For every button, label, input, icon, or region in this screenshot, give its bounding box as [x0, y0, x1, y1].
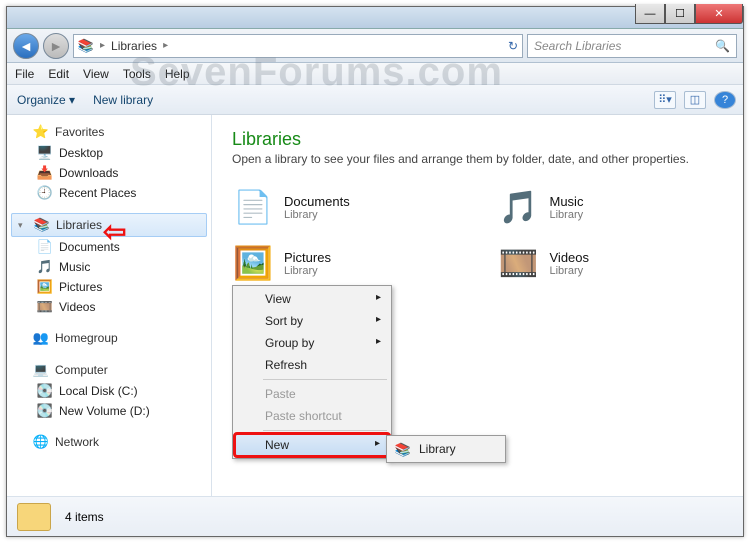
folder-icon — [17, 503, 51, 531]
view-options-button[interactable]: ⠿▾ — [654, 91, 676, 109]
help-button[interactable]: ? — [714, 91, 736, 109]
library-type: Library — [284, 265, 331, 277]
menu-tools[interactable]: Tools — [123, 67, 151, 81]
minimize-button[interactable]: — — [635, 4, 665, 24]
music-icon: 🎵 — [498, 186, 540, 228]
context-submenu: 📚Library — [386, 435, 506, 463]
library-item-videos[interactable]: 🎞️ VideosLibrary — [498, 242, 724, 284]
ctx-group-by[interactable]: Group by▸ — [235, 332, 389, 354]
favorites-header[interactable]: ⭐Favorites — [7, 121, 211, 143]
library-name: Pictures — [284, 250, 331, 265]
organize-button[interactable]: Organize ▾ — [17, 93, 75, 107]
forward-button[interactable]: ► — [43, 33, 69, 59]
search-input[interactable]: Search Libraries 🔍 — [527, 34, 737, 58]
pictures-icon: 🖼️ — [232, 242, 274, 284]
ctx-view[interactable]: View▸ — [235, 288, 389, 310]
ctx-sort-by[interactable]: Sort by▸ — [235, 310, 389, 332]
chevron-icon: ▸ — [163, 40, 168, 51]
menu-edit[interactable]: Edit — [48, 67, 69, 81]
computer-icon: 💻 — [33, 362, 49, 378]
ctx-paste-shortcut: Paste shortcut — [235, 405, 389, 427]
libraries-icon: 📚 — [78, 38, 94, 54]
address-bar[interactable]: 📚 ▸ Libraries ▸ ↻ — [73, 34, 523, 58]
sidebar-item-recent[interactable]: 🕘Recent Places — [7, 183, 211, 203]
chevron-icon: ▸ — [100, 40, 105, 51]
sidebar-item-downloads[interactable]: 📥Downloads — [7, 163, 211, 183]
sidebar-item-music[interactable]: 🎵Music — [7, 257, 211, 277]
documents-icon: 📄 — [37, 239, 53, 255]
library-type: Library — [550, 209, 584, 221]
ctx-new-library[interactable]: 📚Library — [389, 438, 503, 460]
sidebar-item-pictures[interactable]: 🖼️Pictures — [7, 277, 211, 297]
videos-icon: 🎞️ — [498, 242, 540, 284]
sidebar-item-desktop[interactable]: 🖥️Desktop — [7, 143, 211, 163]
library-name: Music — [550, 194, 584, 209]
search-icon: 🔍 — [715, 39, 730, 53]
downloads-icon: 📥 — [37, 165, 53, 181]
menu-file[interactable]: File — [15, 67, 34, 81]
library-type: Library — [284, 209, 350, 221]
music-icon: 🎵 — [37, 259, 53, 275]
context-menu: View▸Sort by▸Group by▸Refresh PastePaste … — [232, 285, 392, 459]
desktop-icon: 🖥️ — [37, 145, 53, 161]
chevron-right-icon: ▸ — [375, 438, 380, 449]
library-item-music[interactable]: 🎵 MusicLibrary — [498, 186, 724, 228]
library-icon: 📚 — [395, 442, 411, 458]
ctx-paste: Paste — [235, 383, 389, 405]
new-library-button[interactable]: New library — [93, 93, 153, 107]
network-icon: 🌐 — [33, 434, 49, 450]
chevron-right-icon: ▸ — [376, 292, 381, 303]
sidebar-item-disk-c[interactable]: 💽Local Disk (C:) — [7, 381, 211, 401]
content-area[interactable]: Libraries Open a library to see your fil… — [212, 115, 743, 496]
homegroup-icon: 👥 — [33, 330, 49, 346]
computer-header[interactable]: 💻Computer — [7, 359, 211, 381]
documents-icon: 📄 — [232, 186, 274, 228]
toolbar: Organize ▾ New library ⠿▾ ◫ ? — [7, 85, 743, 115]
ctx-new[interactable]: New▸📚Library — [235, 434, 389, 456]
nav-bar: ◄ ► 📚 ▸ Libraries ▸ ↻ Search Libraries 🔍 — [7, 29, 743, 63]
sidebar-item-documents[interactable]: 📄Documents — [7, 237, 211, 257]
sidebar-item-disk-d[interactable]: 💽New Volume (D:) — [7, 401, 211, 421]
network-header[interactable]: 🌐Network — [7, 431, 211, 453]
close-button[interactable]: ✕ — [695, 4, 743, 24]
videos-icon: 🎞️ — [37, 299, 53, 315]
disk-icon: 💽 — [37, 383, 53, 399]
maximize-button[interactable]: ☐ — [665, 4, 695, 24]
address-segment[interactable]: Libraries — [111, 39, 157, 53]
item-count: 4 items — [65, 510, 104, 524]
preview-pane-button[interactable]: ◫ — [684, 91, 706, 109]
chevron-right-icon: ▸ — [376, 314, 381, 325]
status-bar: 4 items — [7, 496, 743, 536]
nav-pane: ⭐Favorites 🖥️Desktop 📥Downloads 🕘Recent … — [7, 115, 212, 496]
star-icon: ⭐ — [33, 124, 49, 140]
recent-icon: 🕘 — [37, 185, 53, 201]
library-item-documents[interactable]: 📄 DocumentsLibrary — [232, 186, 458, 228]
pictures-icon: 🖼️ — [37, 279, 53, 295]
library-item-pictures[interactable]: 🖼️ PicturesLibrary — [232, 242, 458, 284]
page-subtitle: Open a library to see your files and arr… — [232, 152, 723, 166]
library-name: Videos — [550, 250, 590, 265]
homegroup-header[interactable]: 👥Homegroup — [7, 327, 211, 349]
titlebar: — ☐ ✕ — [7, 7, 743, 29]
page-title: Libraries — [232, 129, 723, 150]
sidebar-item-videos[interactable]: 🎞️Videos — [7, 297, 211, 317]
library-type: Library — [550, 265, 590, 277]
refresh-icon[interactable]: ↻ — [508, 39, 518, 53]
search-placeholder: Search Libraries — [534, 39, 621, 53]
menu-help[interactable]: Help — [165, 67, 190, 81]
chevron-right-icon: ▸ — [376, 336, 381, 347]
back-button[interactable]: ◄ — [13, 33, 39, 59]
libraries-header[interactable]: ▾📚Libraries — [11, 213, 207, 237]
menu-view[interactable]: View — [83, 67, 109, 81]
ctx-refresh[interactable]: Refresh — [235, 354, 389, 376]
disk-icon: 💽 — [37, 403, 53, 419]
menu-bar: File Edit View Tools Help — [7, 63, 743, 85]
library-name: Documents — [284, 194, 350, 209]
libraries-icon: 📚 — [34, 217, 50, 233]
